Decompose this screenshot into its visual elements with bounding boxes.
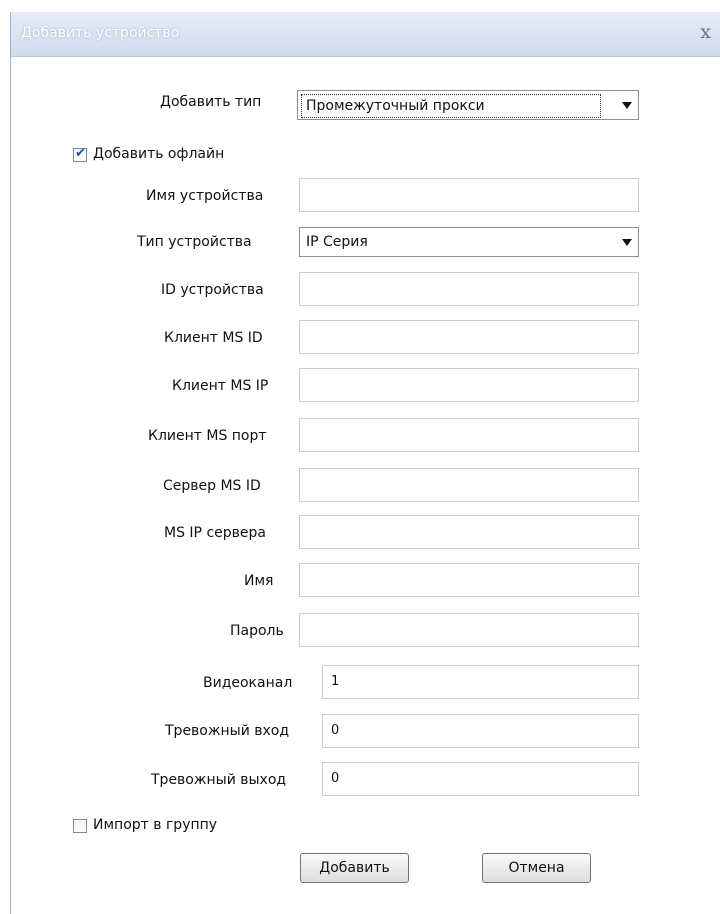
cancel-button[interactable]: Отмена (482, 853, 591, 883)
alarm-in-field[interactable]: 0 (322, 714, 639, 748)
alarm-out-label: Тревожный выход (151, 772, 287, 788)
device-type-label: Тип устройства (137, 234, 252, 250)
add-offline-checkbox[interactable]: ✔ (73, 146, 87, 162)
password-label: Пароль (230, 623, 284, 639)
device-id-field[interactable] (299, 272, 639, 306)
server-ms-id-label: Сервер MS ID (163, 478, 261, 494)
chevron-down-icon (622, 102, 632, 109)
alarm-out-field[interactable]: 0 (322, 762, 639, 796)
server-ms-ip-label: MS IP сервера (164, 525, 266, 541)
import-group-label: Импорт в группу (93, 817, 218, 833)
server-ms-ip-field[interactable] (299, 515, 639, 549)
window-title: Добавить устройство (21, 25, 180, 41)
checkmark-icon: ✔ (75, 146, 86, 161)
device-name-label: Имя устройства (146, 188, 264, 204)
add-type-value: Промежуточный прокси (301, 94, 601, 118)
video-channel-label: Видеоканал (203, 675, 293, 691)
add-type-select[interactable]: Промежуточный прокси (297, 90, 639, 120)
alarm-in-label: Тревожный вход (165, 723, 290, 739)
add-offline-label: Добавить офлайн (93, 146, 225, 162)
username-label: Имя (244, 573, 274, 589)
device-name-field[interactable] (299, 178, 639, 212)
client-ms-ip-label: Клиент MS IP (172, 378, 269, 394)
client-ms-ip-field[interactable] (299, 368, 639, 402)
add-type-label: Добавить тип (160, 94, 262, 110)
username-field[interactable] (299, 563, 639, 597)
close-icon[interactable]: x (700, 21, 711, 43)
import-group-checkbox[interactable] (73, 819, 87, 833)
chevron-down-icon (622, 239, 632, 246)
add-button[interactable]: Добавить (300, 853, 409, 883)
server-ms-id-field[interactable] (299, 468, 639, 502)
client-ms-port-field[interactable] (299, 418, 639, 452)
device-id-label: ID устройства (161, 282, 264, 298)
password-field[interactable] (299, 613, 639, 647)
client-ms-id-field[interactable] (299, 320, 639, 354)
video-channel-field[interactable]: 1 (322, 665, 639, 699)
device-type-select[interactable]: IP Серия (299, 227, 639, 257)
client-ms-id-label: Клиент MS ID (164, 330, 263, 346)
device-type-value: IP Серия (306, 234, 368, 250)
title-bar[interactable]: Добавить устройство x (11, 12, 720, 57)
client-ms-port-label: Клиент MS порт (148, 428, 267, 444)
